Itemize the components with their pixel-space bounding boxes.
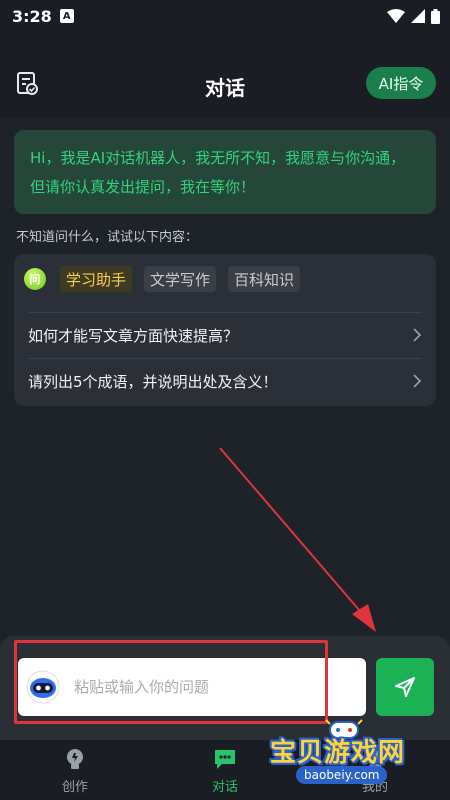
greeting-message: Hi，我是AI对话机器人，我无所不知，我愿意与你沟通，但请你认真发出提问，我在等…	[14, 130, 436, 214]
input-box[interactable]	[18, 658, 366, 716]
nav-item-mine[interactable]: 我的	[335, 746, 415, 795]
signal-icon	[411, 9, 425, 23]
nav-item-create[interactable]: 创作	[35, 746, 115, 795]
send-icon	[395, 677, 415, 697]
tab-literary-writing[interactable]: 文学写作	[144, 266, 217, 292]
user-icon	[366, 750, 384, 769]
status-time: 3:28	[12, 6, 52, 26]
suggestion-item[interactable]: 请列出5个成语，并说明出处及含义！	[28, 358, 422, 404]
nav-label: 我的	[361, 780, 388, 795]
question-input[interactable]	[74, 678, 334, 696]
header: 对话 AI指令	[0, 32, 450, 118]
battery-icon	[431, 8, 440, 24]
bottom-nav: 创作 对话 我的	[0, 740, 450, 800]
lightbulb-icon	[67, 749, 83, 769]
suggestion-item[interactable]: 如何才能写文章方面快速提高？	[28, 312, 422, 358]
nav-label: 对话	[211, 780, 238, 795]
notification-a-icon: A	[59, 9, 74, 23]
nav-item-chat[interactable]: 对话	[185, 746, 265, 795]
send-button[interactable]	[376, 658, 434, 716]
suggestion-card: 问 学习助手 文学写作 百科知识 如何才能写文章方面快速提高？ 请列出5个成语，…	[14, 254, 436, 406]
ai-command-button[interactable]: AI指令	[366, 67, 436, 99]
suggestion-text: 请列出5个成语，并说明出处及含义！	[28, 372, 278, 391]
suggestion-hint: 不知道问什么，试试以下内容：	[16, 230, 199, 245]
status-bar: 3:28 A	[0, 0, 450, 32]
suggestion-text: 如何才能写文章方面快速提高？	[28, 326, 239, 345]
tab-study-assistant[interactable]: 学习助手	[60, 266, 133, 292]
chevron-right-icon	[413, 328, 422, 342]
question-badge-icon: 问	[24, 268, 46, 290]
wifi-icon	[387, 9, 405, 23]
tab-encyclopedia[interactable]: 百科知识	[228, 266, 301, 292]
chevron-right-icon	[413, 374, 422, 388]
nav-label: 创作	[61, 780, 88, 795]
suggestion-tabs: 问 学习助手 文学写作 百科知识	[24, 266, 312, 292]
status-icons	[387, 8, 440, 24]
robot-avatar-icon	[26, 670, 60, 704]
chat-icon	[215, 750, 235, 769]
